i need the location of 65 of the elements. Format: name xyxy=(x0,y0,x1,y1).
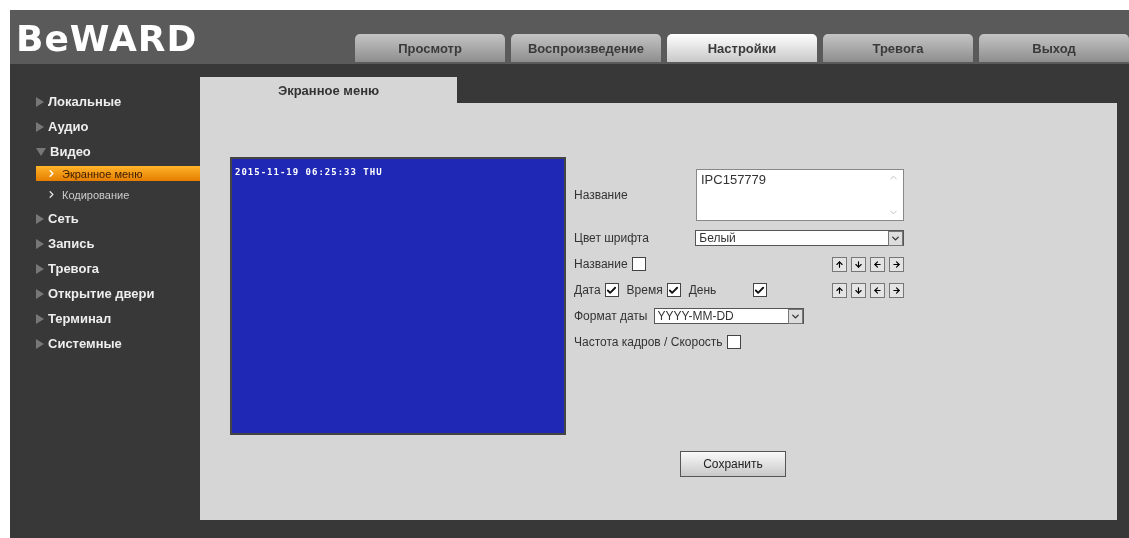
save-button[interactable]: Сохранить xyxy=(680,451,786,477)
checkbox[interactable] xyxy=(752,283,767,297)
field-label: Название xyxy=(574,188,629,202)
collapsed-triangle-icon xyxy=(36,288,44,299)
checkbox[interactable] xyxy=(666,283,681,297)
arrow-up-button[interactable] xyxy=(832,282,847,298)
field-label: Формат даты xyxy=(574,309,648,323)
chevron-icon xyxy=(46,168,57,179)
arrow-right-button[interactable] xyxy=(889,282,904,298)
name-textarea[interactable]: IPC157779 xyxy=(696,169,904,221)
nav-tab[interactable]: Воспроизведение xyxy=(511,34,661,62)
arrow-left-button[interactable] xyxy=(870,282,885,298)
checkbox[interactable] xyxy=(631,257,646,271)
dropdown-caret-icon xyxy=(888,230,903,246)
sidebar-item[interactable]: Тревога xyxy=(10,258,200,279)
chevron-icon xyxy=(46,189,57,200)
arrow-up-button[interactable] xyxy=(832,256,847,272)
sidebar-item[interactable]: Аудио xyxy=(10,116,200,137)
checkbox-label: Частота кадров / Скорость xyxy=(574,335,723,349)
dropdown[interactable]: YYYY-MM-DD xyxy=(653,308,804,324)
checkbox-label: День xyxy=(688,283,718,297)
checkbox-label: Название xyxy=(574,257,628,271)
arrow-right-button[interactable] xyxy=(889,256,904,272)
logo: BeWARD xyxy=(16,18,199,59)
collapsed-triangle-icon xyxy=(36,263,44,274)
nav-tab[interactable]: Тревога xyxy=(823,34,973,62)
sidebar-item[interactable]: Сеть xyxy=(10,208,200,229)
checkbox-label: Дата xyxy=(574,283,601,297)
dropdown-caret-icon xyxy=(787,308,803,324)
arrow-up-icon xyxy=(835,285,844,295)
sidebar-item[interactable]: Запись xyxy=(10,233,200,254)
page-tab[interactable]: Экранное меню xyxy=(200,77,457,103)
arrow-left-button[interactable] xyxy=(870,256,885,272)
field-label: Цвет шрифта xyxy=(574,231,650,245)
checkbox[interactable] xyxy=(604,283,619,297)
arrow-down-button[interactable] xyxy=(851,282,866,298)
checkbox-label: Время xyxy=(626,283,663,297)
arrow-down-icon xyxy=(854,285,863,295)
arrow-down-button[interactable] xyxy=(851,256,866,272)
sidebar-item[interactable]: Системные xyxy=(10,333,200,354)
arrow-left-icon xyxy=(873,259,882,269)
nav-tab[interactable]: Просмотр xyxy=(355,34,505,62)
arrow-left-icon xyxy=(873,285,882,295)
sidebar-subitem[interactable]: Кодирование xyxy=(36,187,200,202)
arrow-right-icon xyxy=(892,285,901,295)
collapsed-triangle-icon xyxy=(36,96,44,107)
nav-tab[interactable]: Выход xyxy=(979,34,1129,62)
arrow-up-icon xyxy=(835,259,844,269)
nav-tab[interactable]: Настройки xyxy=(667,34,817,62)
collapsed-triangle-icon xyxy=(36,338,44,349)
sidebar-item[interactable]: Терминал xyxy=(10,308,200,329)
sidebar-item[interactable]: Открытие двери xyxy=(10,283,200,304)
sidebar-item[interactable]: Локальные xyxy=(10,91,200,112)
collapsed-triangle-icon xyxy=(36,238,44,249)
dropdown[interactable]: Белый xyxy=(695,230,904,246)
osd-timestamp: 2015-11-19 06:25:33 THU xyxy=(235,167,383,177)
arrow-right-icon xyxy=(892,259,901,269)
sidebar-item[interactable]: Видео xyxy=(10,141,200,162)
collapsed-triangle-icon xyxy=(36,121,44,132)
expanded-triangle-icon xyxy=(36,147,46,156)
arrow-down-icon xyxy=(854,259,863,269)
collapsed-triangle-icon xyxy=(36,313,44,324)
checkbox[interactable] xyxy=(726,335,741,349)
collapsed-triangle-icon xyxy=(36,213,44,224)
sidebar-subitem[interactable]: Экранное меню xyxy=(36,166,200,181)
